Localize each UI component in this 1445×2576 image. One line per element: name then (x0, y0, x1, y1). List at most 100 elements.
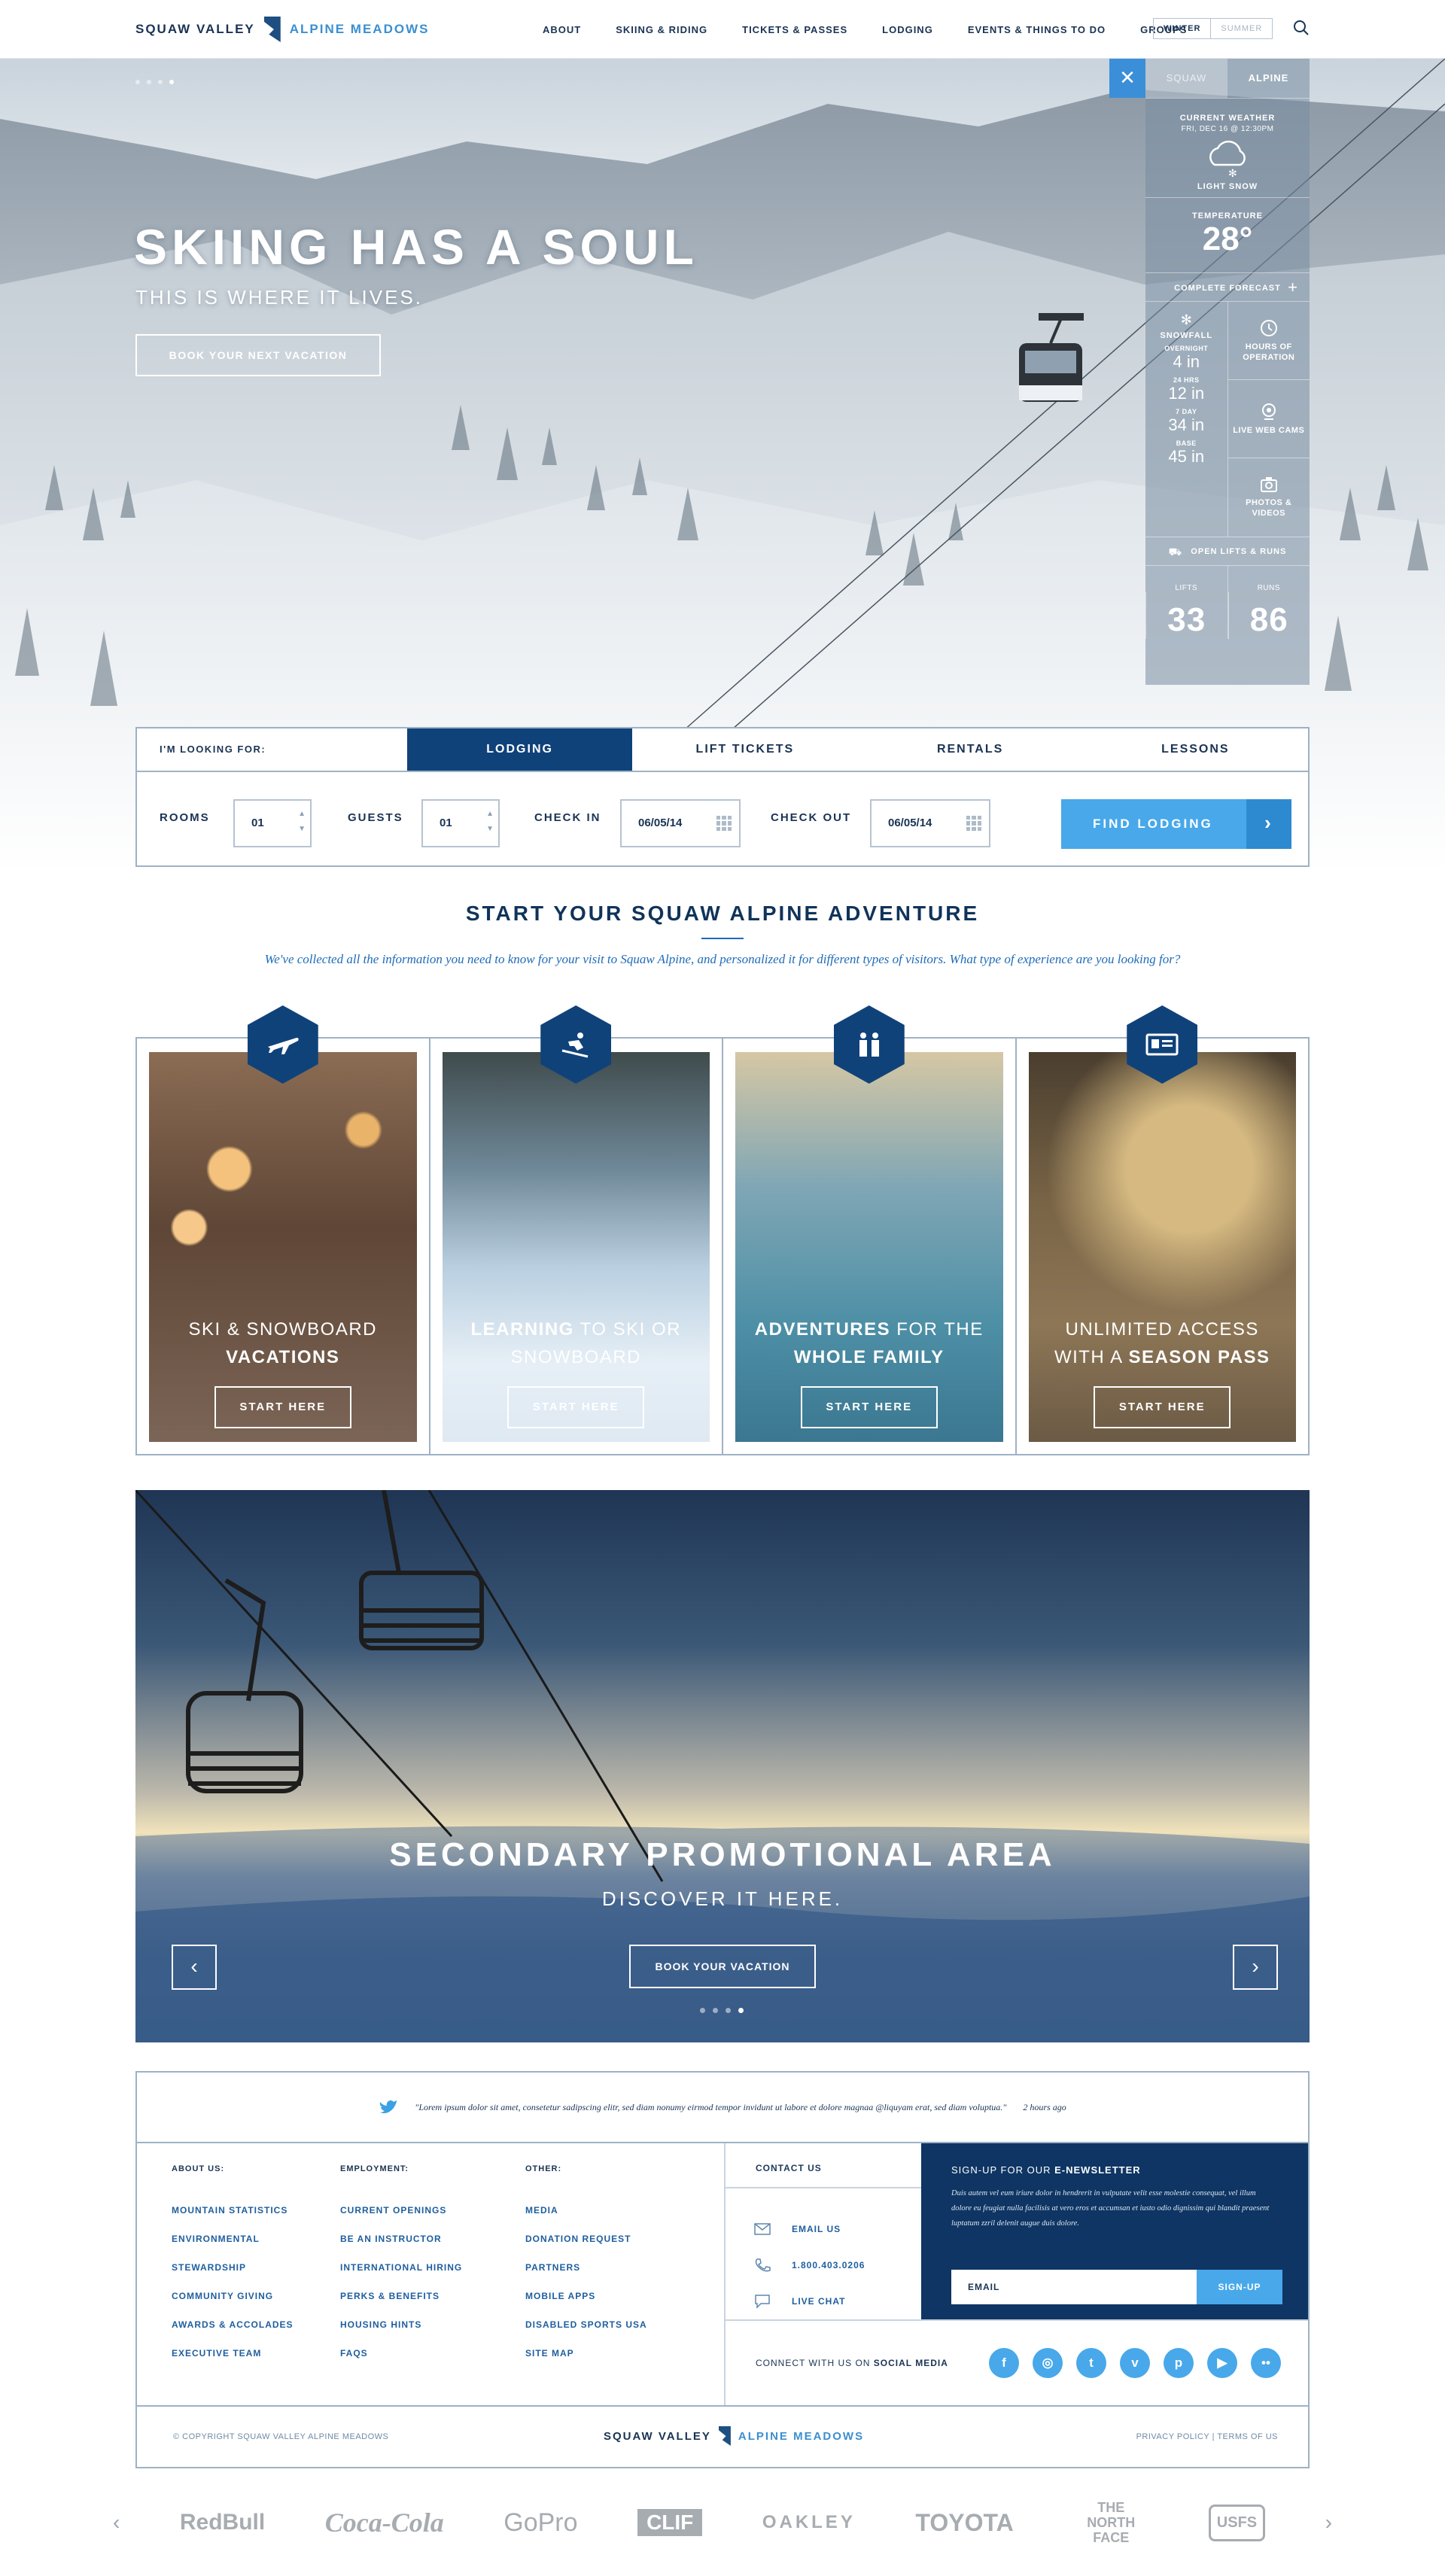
tab-lift-tickets[interactable]: LIFT TICKETS (632, 728, 857, 771)
live-chat-link[interactable]: LIVE CHAT (726, 2283, 921, 2319)
live-webcams-link[interactable]: LIVE WEB CAMS (1227, 380, 1310, 458)
tab-rentals[interactable]: RENTALS (858, 728, 1083, 771)
promo-dot[interactable] (726, 2008, 731, 2013)
hero-dot[interactable] (147, 80, 151, 84)
footer-link[interactable]: ENVIRONMENTAL (172, 2225, 294, 2253)
step-down-icon[interactable]: ▼ (298, 825, 306, 833)
pinterest-icon[interactable]: p (1164, 2348, 1194, 2378)
guests-label: GUESTS (348, 811, 403, 824)
start-here-button[interactable]: START HERE (1094, 1386, 1231, 1428)
photos-videos-link[interactable]: PHOTOS & VIDEOS (1228, 458, 1310, 537)
facebook-icon[interactable]: f (989, 2348, 1019, 2378)
footer-link[interactable]: STEWARDSHIP (172, 2253, 294, 2282)
chevron-right-icon[interactable]: › (1325, 2511, 1332, 2535)
chevron-right-icon[interactable]: › (1233, 1945, 1278, 1990)
footer-link[interactable]: CURRENT OPENINGS (340, 2196, 462, 2225)
vimeo-icon[interactable]: v (1120, 2348, 1150, 2378)
season-summer[interactable]: SUMMER (1210, 19, 1272, 38)
coca-cola-logo[interactable]: Coca-Cola (325, 2507, 444, 2538)
start-here-button[interactable]: START HERE (800, 1386, 938, 1428)
footer-link[interactable]: DISABLED SPORTS USA (525, 2310, 647, 2339)
footer-link[interactable]: PARTNERS (525, 2253, 647, 2282)
book-vacation-button[interactable]: BOOK YOUR VACATION (629, 1945, 816, 1988)
promo-dot[interactable] (713, 2008, 718, 2013)
search-icon[interactable] (1293, 20, 1310, 36)
runs-label: RUNS (1257, 584, 1280, 592)
calendar-icon[interactable] (716, 816, 732, 831)
check-out-date-field[interactable]: 06/05/14 (870, 799, 990, 847)
footer-link[interactable]: AWARDS & ACCOLADES (172, 2310, 294, 2339)
start-here-button[interactable]: START HERE (507, 1386, 645, 1428)
nav-lodging[interactable]: LODGING (865, 24, 951, 35)
footer-link[interactable]: FAQS (340, 2339, 462, 2368)
signup-button[interactable]: SIGN-UP (1197, 2270, 1282, 2304)
card-family[interactable]: ADVENTURES FOR THE WHOLE FAMILY START HER… (723, 1005, 1017, 1454)
card-season-pass[interactable]: UNLIMITED ACCESS WITH A SEASON PASS START… (1017, 1005, 1309, 1454)
footer-link[interactable]: PERKS & BENEFITS (340, 2282, 462, 2310)
calendar-icon[interactable] (966, 816, 981, 831)
season-winter[interactable]: WINTER (1154, 19, 1210, 38)
clif-logo[interactable]: CLIF (637, 2509, 703, 2536)
footer-link[interactable]: COMMUNITY GIVING (172, 2282, 294, 2310)
phone-link[interactable]: 1.800.403.0206 (726, 2247, 921, 2283)
chevron-left-icon[interactable]: ‹ (172, 1945, 217, 1990)
find-lodging-button[interactable]: FIND LODGING › (1061, 799, 1291, 849)
flickr-icon[interactable]: •• (1251, 2348, 1281, 2378)
north-face-logo[interactable]: THE NORTH FACE (1073, 2500, 1148, 2545)
nav-about[interactable]: ABOUT (525, 24, 598, 35)
footer-link[interactable]: EXECUTIVE TEAM (172, 2339, 294, 2368)
footer-link[interactable]: MEDIA (525, 2196, 647, 2225)
start-here-button[interactable]: START HERE (214, 1386, 351, 1428)
newsletter-email-input[interactable]: EMAIL (951, 2270, 1197, 2304)
usfs-logo[interactable]: USFS (1208, 2504, 1266, 2541)
complete-forecast-link[interactable]: COMPLETE FORECAST + (1145, 272, 1310, 301)
weather-tab-squaw[interactable]: SQUAW (1145, 59, 1227, 98)
stepper-arrows-icon[interactable]: ▲ ▼ (298, 807, 306, 837)
footer-link[interactable]: MOUNTAIN STATISTICS (172, 2196, 294, 2225)
instagram-icon[interactable]: ◎ (1033, 2348, 1063, 2378)
footer-link[interactable]: SITE MAP (525, 2339, 647, 2368)
hours-of-operation-link[interactable]: HOURS OF OPERATION (1227, 302, 1310, 380)
hero-dot[interactable] (158, 80, 163, 84)
stepper-arrows-icon[interactable]: ▲ ▼ (486, 807, 494, 837)
tab-lodging[interactable]: LODGING (407, 728, 633, 771)
email-us-link[interactable]: EMAIL US (726, 2211, 921, 2247)
oakley-logo[interactable]: OAKLEY (762, 2512, 856, 2533)
weather-close-button[interactable]: ✕ (1109, 59, 1145, 98)
promo-dot-active[interactable] (738, 2008, 744, 2013)
nav-events[interactable]: EVENTS & THINGS TO DO (951, 24, 1123, 35)
footer-logo[interactable]: SQUAW VALLEY ALPINE MEADOWS (604, 2426, 864, 2446)
footer-link[interactable]: HOUSING HINTS (340, 2310, 462, 2339)
chevron-left-icon[interactable]: ‹ (113, 2511, 120, 2535)
footer-link[interactable]: INTERNATIONAL HIRING (340, 2253, 462, 2282)
twitter-bird-icon[interactable] (379, 2099, 398, 2115)
step-down-icon[interactable]: ▼ (486, 825, 494, 833)
nav-tickets-passes[interactable]: TICKETS & PASSES (725, 24, 865, 35)
check-in-date-field[interactable]: 06/05/14 (620, 799, 741, 847)
hero-dot-active[interactable] (169, 80, 174, 84)
card-learning[interactable]: LEARNING TO SKI OR SNOWBOARD START HERE (430, 1005, 723, 1454)
step-up-icon[interactable]: ▲ (486, 810, 494, 818)
site-logo[interactable]: SQUAW VALLEY ALPINE MEADOWS (135, 17, 429, 42)
logo-mark-icon (263, 17, 281, 42)
chat-bubble-icon (755, 2295, 770, 2309)
toyota-logo[interactable]: TOYOTA (915, 2509, 1013, 2537)
rooms-stepper[interactable]: 01 ▲ ▼ (233, 799, 312, 847)
redbull-logo[interactable]: RedBull (180, 2510, 265, 2535)
twitter-icon[interactable]: t (1076, 2348, 1106, 2378)
book-next-vacation-button[interactable]: BOOK YOUR NEXT VACATION (135, 334, 381, 376)
tab-lessons[interactable]: LESSONS (1083, 728, 1308, 771)
gopro-logo[interactable]: GoPro (503, 2508, 577, 2538)
promo-dot[interactable] (700, 2008, 705, 2013)
hero-dot[interactable] (135, 80, 140, 84)
step-up-icon[interactable]: ▲ (298, 810, 306, 818)
youtube-icon[interactable]: ▶ (1207, 2348, 1237, 2378)
nav-skiing-riding[interactable]: SKIING & RIDING (598, 24, 725, 35)
weather-tab-alpine[interactable]: ALPINE (1227, 59, 1310, 98)
card-vacations[interactable]: SKI & SNOWBOARD VACATIONS START HERE (137, 1005, 430, 1454)
legal-links[interactable]: PRIVACY POLICY | TERMS OF US (1136, 2432, 1278, 2441)
footer-link[interactable]: BE AN INSTRUCTOR (340, 2225, 462, 2253)
footer-link[interactable]: DONATION REQUEST (525, 2225, 647, 2253)
guests-stepper[interactable]: 01 ▲ ▼ (421, 799, 500, 847)
footer-link[interactable]: MOBILE APPS (525, 2282, 647, 2310)
